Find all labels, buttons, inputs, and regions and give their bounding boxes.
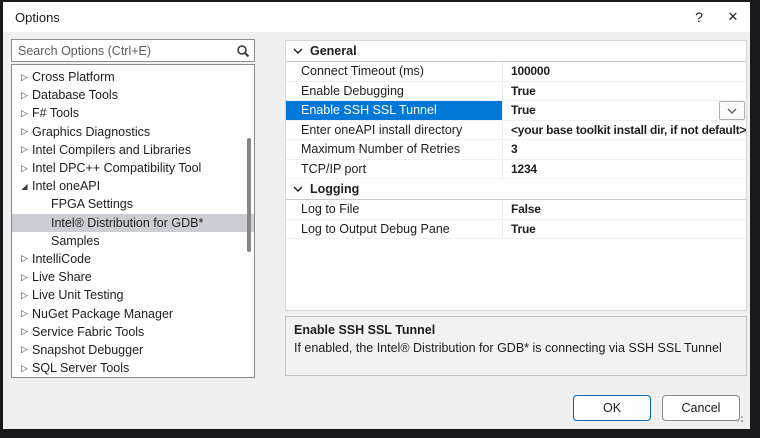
row-log-to-file[interactable]: Log to File False [286, 200, 746, 220]
description-title: Enable SSH SSL Tunnel [294, 323, 738, 337]
cancel-button[interactable]: Cancel [662, 395, 740, 421]
options-tree: ▷ Cross Platform ▷ Database Tools ▷ F# T… [11, 64, 255, 378]
collapsed-arrow-icon[interactable]: ▷ [18, 363, 31, 374]
search-icon[interactable] [232, 44, 254, 58]
tree-item-intellicode[interactable]: ▷ IntelliCode [12, 250, 254, 268]
collapsed-arrow-icon[interactable]: ▷ [18, 163, 31, 174]
collapsed-arrow-icon[interactable]: ▷ [18, 326, 31, 337]
tree-item-intel-oneapi[interactable]: ◢ Intel oneAPI [12, 177, 254, 195]
tree-item-intel-distribution-gdb[interactable]: Intel® Distribution for GDB* [12, 214, 254, 232]
help-button[interactable]: ? [682, 2, 716, 32]
tree-item-fsharp-tools[interactable]: ▷ F# Tools [12, 104, 254, 122]
value-dropdown-button[interactable] [719, 101, 745, 120]
row-log-to-output-pane[interactable]: Log to Output Debug Pane True [286, 220, 746, 240]
tree-item-nuget[interactable]: ▷ NuGet Package Manager [12, 304, 254, 322]
tree-item-database-tools[interactable]: ▷ Database Tools [12, 86, 254, 104]
tree-item-sql-server-tools[interactable]: ▷ SQL Server Tools [12, 359, 254, 377]
row-max-retries[interactable]: Maximum Number of Retries 3 [286, 140, 746, 160]
collapsed-arrow-icon[interactable]: ▷ [18, 272, 31, 283]
collapsed-arrow-icon[interactable]: ▷ [18, 290, 31, 301]
collapsed-arrow-icon[interactable]: ▷ [18, 308, 31, 319]
tree-scrollbar[interactable] [247, 138, 251, 252]
tree-item-service-fabric[interactable]: ▷ Service Fabric Tools [12, 323, 254, 341]
collapsed-arrow-icon[interactable]: ▷ [18, 344, 31, 355]
category-logging[interactable]: Logging [286, 179, 746, 200]
category-general[interactable]: General [286, 41, 746, 62]
search-box [11, 39, 255, 62]
ok-button[interactable]: OK [573, 395, 651, 421]
property-description-panel: Enable SSH SSL Tunnel If enabled, the In… [285, 316, 747, 376]
collapsed-arrow-icon[interactable]: ▷ [18, 72, 31, 83]
collapsed-arrow-icon[interactable]: ▷ [18, 108, 31, 119]
resize-grip[interactable] [741, 420, 743, 422]
description-text: If enabled, the Intel® Distribution for … [294, 341, 738, 355]
tree-item-snapshot-debugger[interactable]: ▷ Snapshot Debugger [12, 341, 254, 359]
row-enable-ssh-ssl-tunnel[interactable]: Enable SSH SSL Tunnel True [286, 101, 746, 121]
tree-item-live-share[interactable]: ▷ Live Share [12, 268, 254, 286]
row-enable-debugging[interactable]: Enable Debugging True [286, 82, 746, 102]
collapsed-arrow-icon[interactable]: ▷ [18, 90, 31, 101]
row-tcpip-port[interactable]: TCP/IP port 1234 [286, 160, 746, 180]
tree-item-intel-dpcpp[interactable]: ▷ Intel DPC++ Compatibility Tool [12, 159, 254, 177]
tree-item-cross-platform[interactable]: ▷ Cross Platform [12, 68, 254, 86]
property-grid: General Connect Timeout (ms) 100000 Enab… [285, 40, 747, 311]
row-oneapi-install-directory[interactable]: Enter oneAPI install directory <your bas… [286, 121, 746, 141]
tree-item-live-unit-testing[interactable]: ▷ Live Unit Testing [12, 286, 254, 304]
tree-item-graphics-diagnostics[interactable]: ▷ Graphics Diagnostics [12, 123, 254, 141]
options-dialog: Options ? ✕ ▷ Cross Platform ▷ Database … [3, 2, 750, 429]
collapsed-arrow-icon[interactable]: ▷ [18, 144, 31, 155]
tree-item-fpga-settings[interactable]: FPGA Settings [12, 195, 254, 213]
collapsed-arrow-icon[interactable]: ▷ [18, 126, 31, 137]
tree-item-intel-compilers[interactable]: ▷ Intel Compilers and Libraries [12, 141, 254, 159]
dialog-title: Options [3, 10, 682, 25]
titlebar: Options ? ✕ [3, 2, 750, 32]
collapsed-arrow-icon[interactable]: ▷ [18, 253, 31, 264]
expanded-arrow-icon[interactable]: ◢ [18, 182, 31, 191]
search-input[interactable] [12, 44, 232, 58]
chevron-down-icon[interactable] [286, 48, 310, 54]
tree-item-samples[interactable]: Samples [12, 232, 254, 250]
row-connect-timeout[interactable]: Connect Timeout (ms) 100000 [286, 62, 746, 82]
chevron-down-icon[interactable] [286, 186, 310, 192]
close-button[interactable]: ✕ [716, 2, 750, 32]
